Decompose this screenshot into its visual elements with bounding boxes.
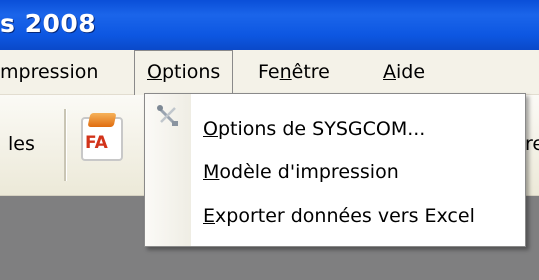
menu-options[interactable]: Options [134, 50, 234, 95]
menu-bar: mpression Options Fenêtre Aide [0, 50, 539, 95]
menu-item-exporter-excel[interactable]: Exporter données vers Excel [203, 201, 475, 231]
menu-item-modele-impression[interactable]: Modèle d'impression [203, 157, 399, 187]
menu-item-options-sysgcom[interactable]: Options de SYSGCOM... [203, 114, 425, 144]
title-bar[interactable]: s 2008 [0, 0, 539, 50]
toolbar-separator [64, 109, 66, 181]
fa-icon-text: FA [85, 133, 108, 153]
window-title: s 2008 [0, 9, 97, 38]
menu-fenetre[interactable]: Fenêtre [258, 50, 330, 94]
menu-item-options-sysgcom-label: Options de SYSGCOM... [203, 118, 426, 140]
toolbar-left-label[interactable]: les [8, 133, 35, 155]
menu-fenetre-label: Fenêtre [258, 61, 330, 83]
menu-item-modele-impression-label: Modèle d'impression [203, 161, 399, 183]
menu-aide-label: Aide [383, 61, 426, 83]
menu-item-exporter-excel-label: Exporter données vers Excel [203, 205, 475, 227]
menu-aide[interactable]: Aide [383, 50, 425, 94]
tools-icon [157, 105, 178, 126]
menu-impression[interactable]: mpression [0, 50, 98, 94]
facture-icon[interactable]: FA [81, 113, 123, 161]
menu-options-label: Options [147, 61, 221, 83]
options-dropdown-menu: Options de SYSGCOM... Modèle d'impressio… [144, 93, 526, 247]
toolbar-right-label[interactable]: re [525, 133, 539, 155]
menu-impression-label: mpression [0, 61, 99, 83]
